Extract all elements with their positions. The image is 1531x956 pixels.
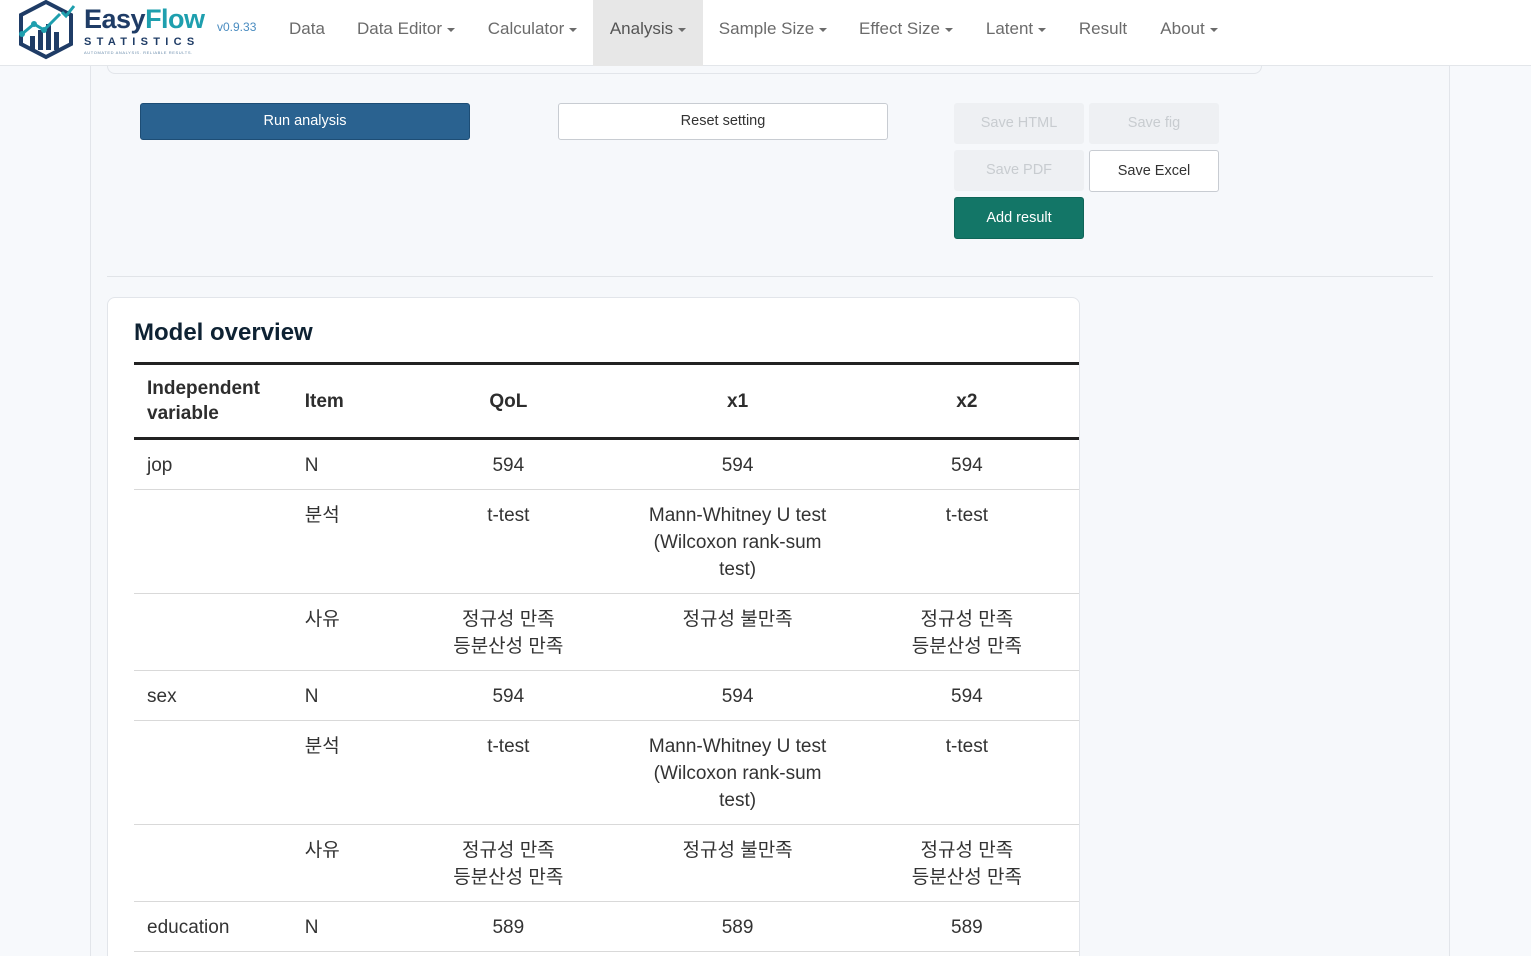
cell-qol: 594 (396, 670, 621, 721)
table-row: 사유 정규성 만족 등분산성 만족 정규성 불만족 정규성 만족 등분산성 만족 (134, 824, 1079, 902)
cell-x1: 정규성 불만족 (620, 824, 855, 902)
nav-data[interactable]: Data (274, 0, 340, 66)
bar-chart-hexagon-icon (19, 0, 76, 60)
save-fig-button[interactable]: Save fig (1089, 103, 1219, 144)
cell-independent-variable: jop (134, 438, 292, 490)
reset-setting-button[interactable]: Reset setting (558, 103, 888, 140)
cell-qol: 594 (396, 438, 621, 490)
cell-x1: 594 (620, 670, 855, 721)
model-overview-title: Model overview (134, 319, 313, 346)
header-x1: x1 (620, 362, 855, 440)
cell-qol: t-test (396, 720, 621, 825)
cell-x2: t-test (854, 720, 1079, 825)
nav-analysis[interactable]: Analysis (593, 0, 703, 66)
cell-x1: Mann-Whitney U test (Wilcoxon rank-sum t… (620, 489, 855, 594)
table-row: 분석 t-test Mann-Whitney U test (Wilcoxon ra… (134, 489, 1079, 594)
cell-item: 분석 (291, 720, 397, 825)
header-x2: x2 (854, 362, 1079, 440)
table-row: 사유 정규성 만족 등분산성 만족 정규성 불만족 정규성 만족 등분산성 만족 (134, 593, 1079, 671)
nav-sample-size[interactable]: Sample Size (705, 0, 841, 66)
cell-qol: 정규성 만족 등분산성 만족 (396, 593, 621, 671)
table-row: 분석 t-test Mann-Whitney U test (Wilcoxon ra… (134, 720, 1079, 825)
nav-latent[interactable]: Latent (971, 0, 1061, 66)
cell-x2: 594 (854, 670, 1079, 721)
caret-down-icon (678, 27, 687, 32)
cell-x2: 594 (854, 438, 1079, 490)
brand-name: EasyFlow (84, 4, 205, 34)
save-excel-button[interactable]: Save Excel (1089, 150, 1219, 192)
caret-down-icon (1038, 27, 1047, 32)
caret-down-icon (569, 27, 578, 32)
run-analysis-button[interactable]: Run analysis (140, 103, 470, 140)
cell-independent-variable (134, 951, 292, 956)
cell-x2: t-test (854, 489, 1079, 594)
nav-data-editor[interactable]: Data Editor (342, 0, 470, 66)
nav-result[interactable]: Result (1063, 0, 1143, 66)
table-header-row: Independent variable Item QoL x1 x2 (134, 362, 1079, 440)
cell-independent-variable: sex (134, 670, 292, 721)
table-row: jop N 594 594 594 (134, 438, 1079, 490)
cell-item: 사유 (291, 593, 397, 671)
add-result-button[interactable]: Add result (954, 197, 1084, 239)
cell-x1: 589 (620, 901, 855, 952)
table-row: education N 589 589 589 (134, 901, 1079, 952)
cell-independent-variable (134, 593, 292, 671)
cell-x1: Mann-Whitney U test (Wilcoxon rank-sum t… (620, 720, 855, 825)
cell-independent-variable: education (134, 901, 292, 952)
cell-x2: 589 (854, 901, 1079, 952)
cell-independent-variable (134, 824, 292, 902)
cell-qol: 589 (396, 901, 621, 952)
header-independent-variable: Independent variable (134, 362, 292, 440)
cell-item: N (291, 901, 397, 952)
cell-x1: K-W (620, 951, 855, 956)
save-html-button[interactable]: Save HTML (954, 103, 1084, 144)
cell-x2: 정규성 만족 등분산성 만족 (854, 593, 1079, 671)
nav-about[interactable]: About (1145, 0, 1233, 66)
cell-item: N (291, 438, 397, 490)
cell-item: 분석 (291, 951, 397, 956)
table-row: 분석ANOVAK-WANOVA (134, 951, 1079, 956)
cell-item: 사유 (291, 824, 397, 902)
cell-item: 분석 (291, 489, 397, 594)
cell-x1: 정규성 불만족 (620, 593, 855, 671)
cell-independent-variable (134, 489, 292, 594)
cell-x2: 정규성 만족 등분산성 만족 (854, 824, 1079, 902)
caret-down-icon (447, 27, 456, 32)
cell-x2: ANOVA (854, 951, 1079, 956)
caret-down-icon (1209, 27, 1218, 32)
save-pdf-button[interactable]: Save PDF (954, 150, 1084, 191)
nav-calculator[interactable]: Calculator (472, 0, 593, 66)
navbar: EasyFlow STATISTICS AUTOMATED ANALYSIS. … (0, 0, 1531, 66)
cell-independent-variable (134, 720, 292, 825)
cell-qol: ANOVA (396, 951, 621, 956)
brand-subtitle: STATISTICS (84, 36, 200, 48)
cell-qol: 정규성 만족 등분산성 만족 (396, 824, 621, 902)
cell-item: N (291, 670, 397, 721)
cell-qol: t-test (396, 489, 621, 594)
header-qol: QoL (396, 362, 621, 440)
header-item: Item (291, 362, 397, 440)
table-row: sex N 594 594 594 (134, 670, 1079, 721)
nav-effect-size[interactable]: Effect Size (843, 0, 969, 66)
caret-down-icon (944, 27, 953, 32)
cell-x1: 594 (620, 438, 855, 490)
version-label: v0.9.33 (217, 20, 257, 34)
model-overview-table: Independent variable Item QoL x1 x2 jop N… (134, 362, 1079, 956)
brand-logo[interactable]: EasyFlow STATISTICS AUTOMATED ANALYSIS. … (14, 0, 259, 60)
caret-down-icon (819, 27, 828, 32)
section-divider (107, 276, 1433, 277)
brand-tagline: AUTOMATED ANALYSIS. RELIABLE RESULTS. (84, 50, 193, 55)
